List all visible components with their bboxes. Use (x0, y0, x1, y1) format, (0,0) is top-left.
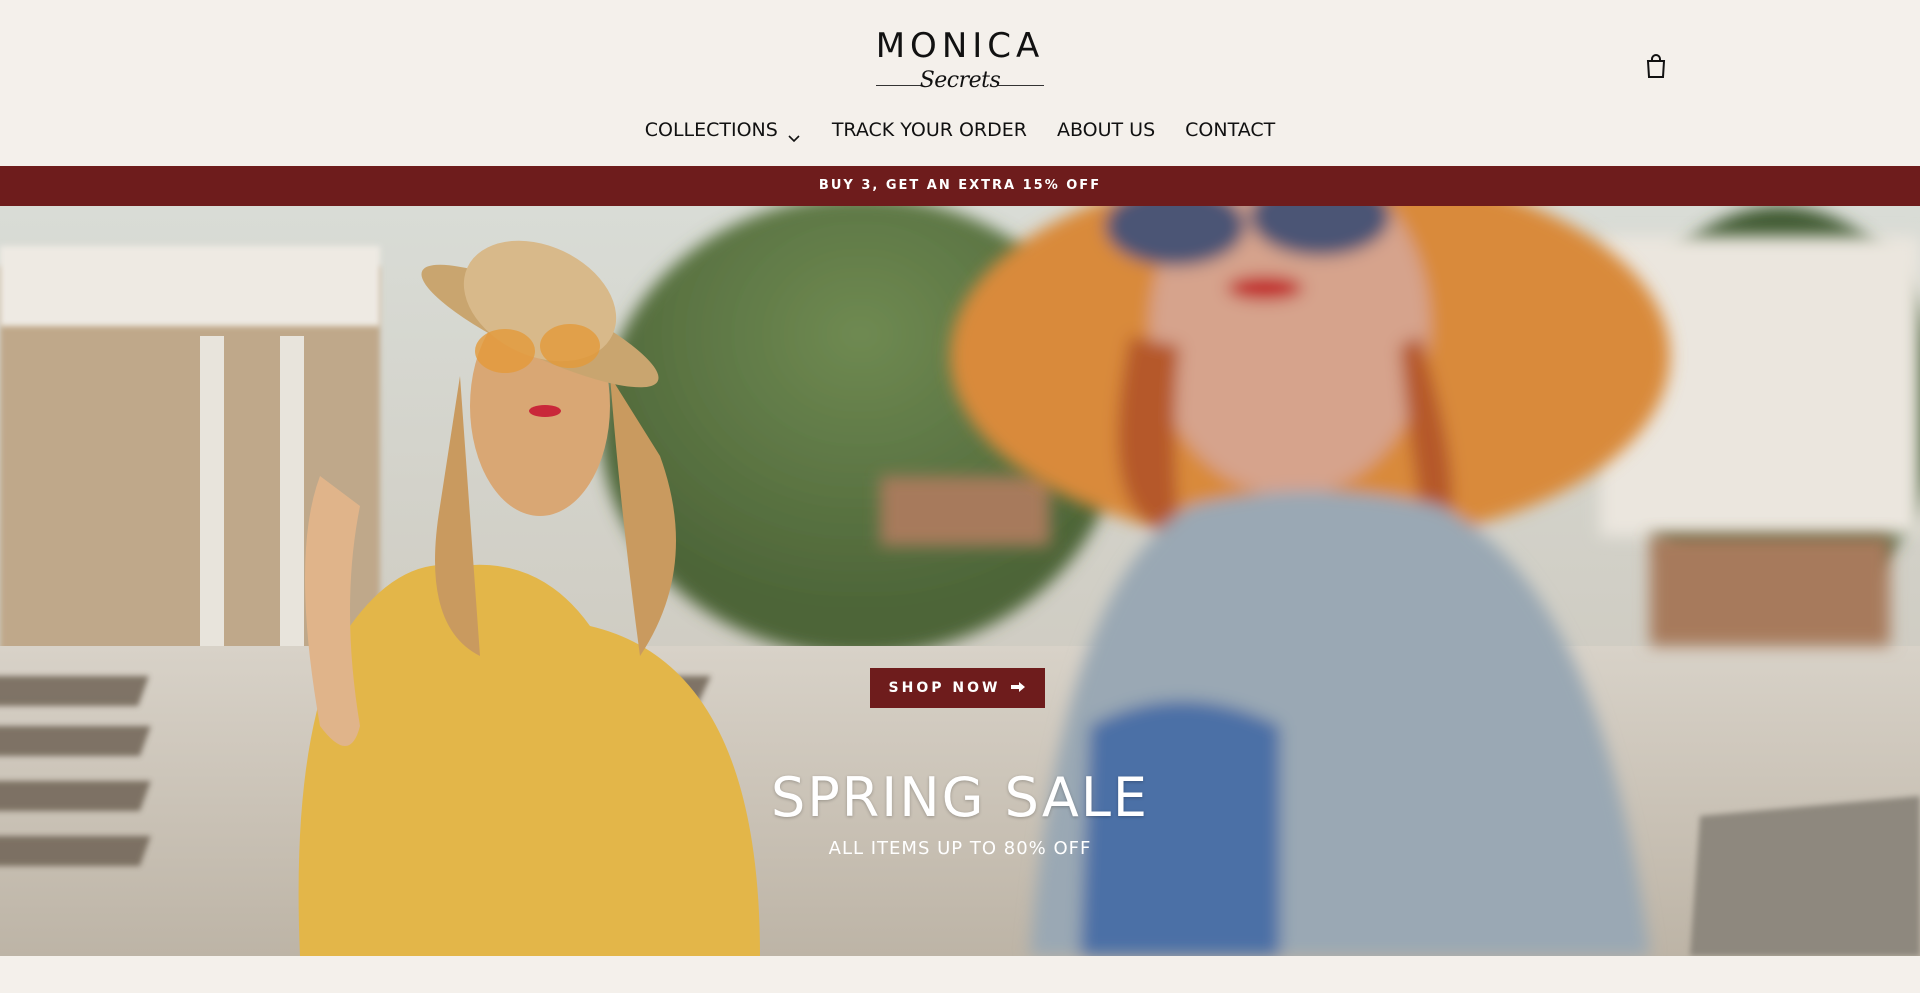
site-header: MONICA Secrets COLLECTIONS TRACK YOUR OR… (0, 0, 1920, 166)
announcement-text: BUY 3, GET AN EXTRA 15% OFF (818, 178, 1102, 193)
logo-divider-right (998, 85, 1044, 86)
shopping-bag-icon[interactable] (1642, 52, 1670, 80)
brand-logo[interactable]: MONICA Secrets (874, 26, 1046, 102)
page-bottom (0, 956, 1920, 993)
shop-now-label: SHOP NOW (888, 680, 1001, 696)
brand-name: MONICA (875, 26, 1045, 66)
brand-subline-text: Secrets (919, 68, 1001, 93)
nav-item-collections[interactable]: COLLECTIONS (645, 112, 802, 148)
hero-title: SPRING SALE (770, 766, 1150, 829)
nav-item-track-order[interactable]: TRACK YOUR ORDER (832, 112, 1027, 148)
nav-item-label: CONTACT (1185, 119, 1276, 141)
main-nav: COLLECTIONS TRACK YOUR ORDER ABOUT US CO… (0, 112, 1920, 148)
shop-now-button[interactable]: SHOP NOW (870, 668, 1045, 708)
announcement-bar: BUY 3, GET AN EXTRA 15% OFF (0, 166, 1920, 206)
nav-item-label: COLLECTIONS (644, 119, 778, 141)
hero-banner: SPRING SALE ALL ITEMS UP TO 80% OFF (0, 206, 1920, 956)
arrow-right-icon (1010, 681, 1026, 696)
nav-item-label: TRACK YOUR ORDER (831, 119, 1027, 141)
chevron-down-icon (786, 122, 802, 143)
nav-item-contact[interactable]: CONTACT (1185, 112, 1275, 148)
brand-subline: Secrets (874, 66, 1046, 100)
hero-copy: SPRING SALE ALL ITEMS UP TO 80% OFF (0, 766, 1920, 862)
nav-item-label: ABOUT US (1056, 119, 1156, 141)
hero-subtitle: ALL ITEMS UP TO 80% OFF (828, 838, 1092, 859)
nav-item-about-us[interactable]: ABOUT US (1057, 112, 1155, 148)
